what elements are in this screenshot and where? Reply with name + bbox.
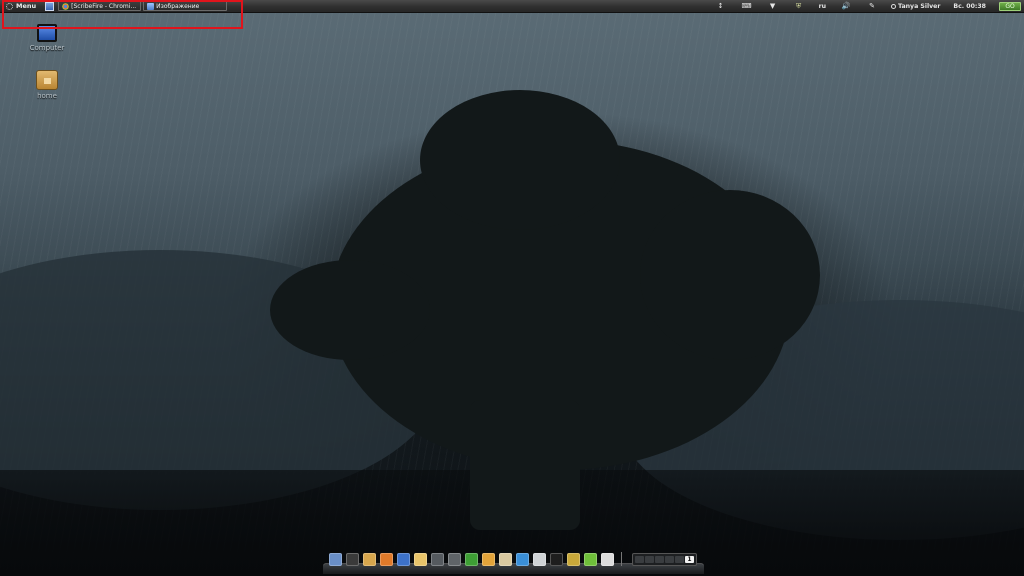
session-button[interactable]: GO [999, 1, 1021, 11]
dock-app-13[interactable] [533, 553, 546, 566]
chromium-icon [62, 2, 70, 10]
user-indicator[interactable]: Tanya Silver [891, 3, 940, 10]
workspace-3[interactable] [655, 556, 664, 563]
taskbar-button-label: Изображение [156, 2, 200, 10]
workspace-4[interactable] [665, 556, 674, 563]
user-status-icon [891, 3, 897, 9]
desktop-icon-home[interactable]: home [22, 68, 72, 100]
taskbar-button-image[interactable]: Изображение [143, 1, 228, 11]
dock-app-8[interactable] [448, 553, 461, 566]
dock-items: 1 [329, 552, 697, 566]
wallpaper-tree [420, 90, 620, 230]
desktop-icon-computer[interactable]: Computer [22, 20, 72, 52]
dock-app-5[interactable] [397, 553, 410, 566]
wallpaper-tree [270, 260, 430, 360]
taskbar-button-label: [ScribeFire - Chromi... [71, 2, 137, 10]
taskbar-button-scribefire[interactable]: [ScribeFire - Chromi... [58, 1, 142, 11]
network-icon[interactable]: ↕ [717, 2, 725, 10]
workspace-1[interactable] [635, 556, 644, 563]
keyboard-layout-indicator[interactable]: ru [819, 3, 826, 10]
clock[interactable]: Вс. 00:38 [953, 3, 986, 10]
dock-app-7[interactable] [431, 553, 444, 566]
home-folder-icon [36, 70, 58, 90]
dock-app-10[interactable] [482, 553, 495, 566]
dock-app-16[interactable] [584, 553, 597, 566]
dock-app-9[interactable] [465, 553, 478, 566]
dock-app-6[interactable] [414, 553, 427, 566]
wallpaper-tree [640, 190, 820, 360]
session-button-label: GO [1005, 2, 1015, 10]
speaker-icon[interactable]: 🔊 [842, 2, 851, 10]
desktop-icon-label: Computer [29, 44, 65, 52]
pen-icon[interactable]: ✎ [868, 2, 876, 10]
main-menu-button[interactable]: Menu [0, 0, 40, 12]
dock-separator [621, 552, 622, 566]
image-viewer-icon [147, 2, 155, 10]
workspace-2[interactable] [645, 556, 654, 563]
shield-icon[interactable]: ⛨ [795, 2, 803, 10]
keyboard-icon[interactable]: ⌨ [742, 2, 752, 10]
dock-app-11[interactable] [499, 553, 512, 566]
panel-launcher-icon[interactable] [45, 1, 55, 11]
main-menu-label: Menu [16, 2, 37, 10]
dock-app-2[interactable] [346, 553, 359, 566]
desktop-icon-label: home [37, 92, 57, 100]
user-name: Tanya Silver [898, 2, 941, 10]
workspace-active[interactable]: 1 [685, 556, 694, 563]
dock-app-3[interactable] [363, 553, 376, 566]
top-panel: Menu [ScribeFire - Chromi... Изображение… [0, 0, 1024, 13]
workspace-5[interactable] [675, 556, 684, 563]
download-icon[interactable]: ▼ [769, 2, 777, 10]
system-tray: ↕ ⌨ ▼ ⛨ ru 🔊 ✎ Tanya Silver Вс. 00:38 GO [708, 0, 1024, 12]
dock-app-terminal[interactable] [550, 553, 563, 566]
dock: 1 [323, 548, 704, 576]
dock-app-firefox[interactable] [380, 553, 393, 566]
menu-gear-icon [6, 2, 13, 10]
dock-app-1[interactable] [329, 553, 342, 566]
desktop: Menu [ScribeFire - Chromi... Изображение… [0, 0, 1024, 576]
workspace-switcher[interactable]: 1 [632, 553, 697, 566]
wallpaper-tree-trunk [470, 400, 580, 530]
dock-app-17[interactable] [601, 553, 614, 566]
computer-icon [37, 24, 57, 42]
dock-app-12[interactable] [516, 553, 529, 566]
dock-app-15[interactable] [567, 553, 580, 566]
